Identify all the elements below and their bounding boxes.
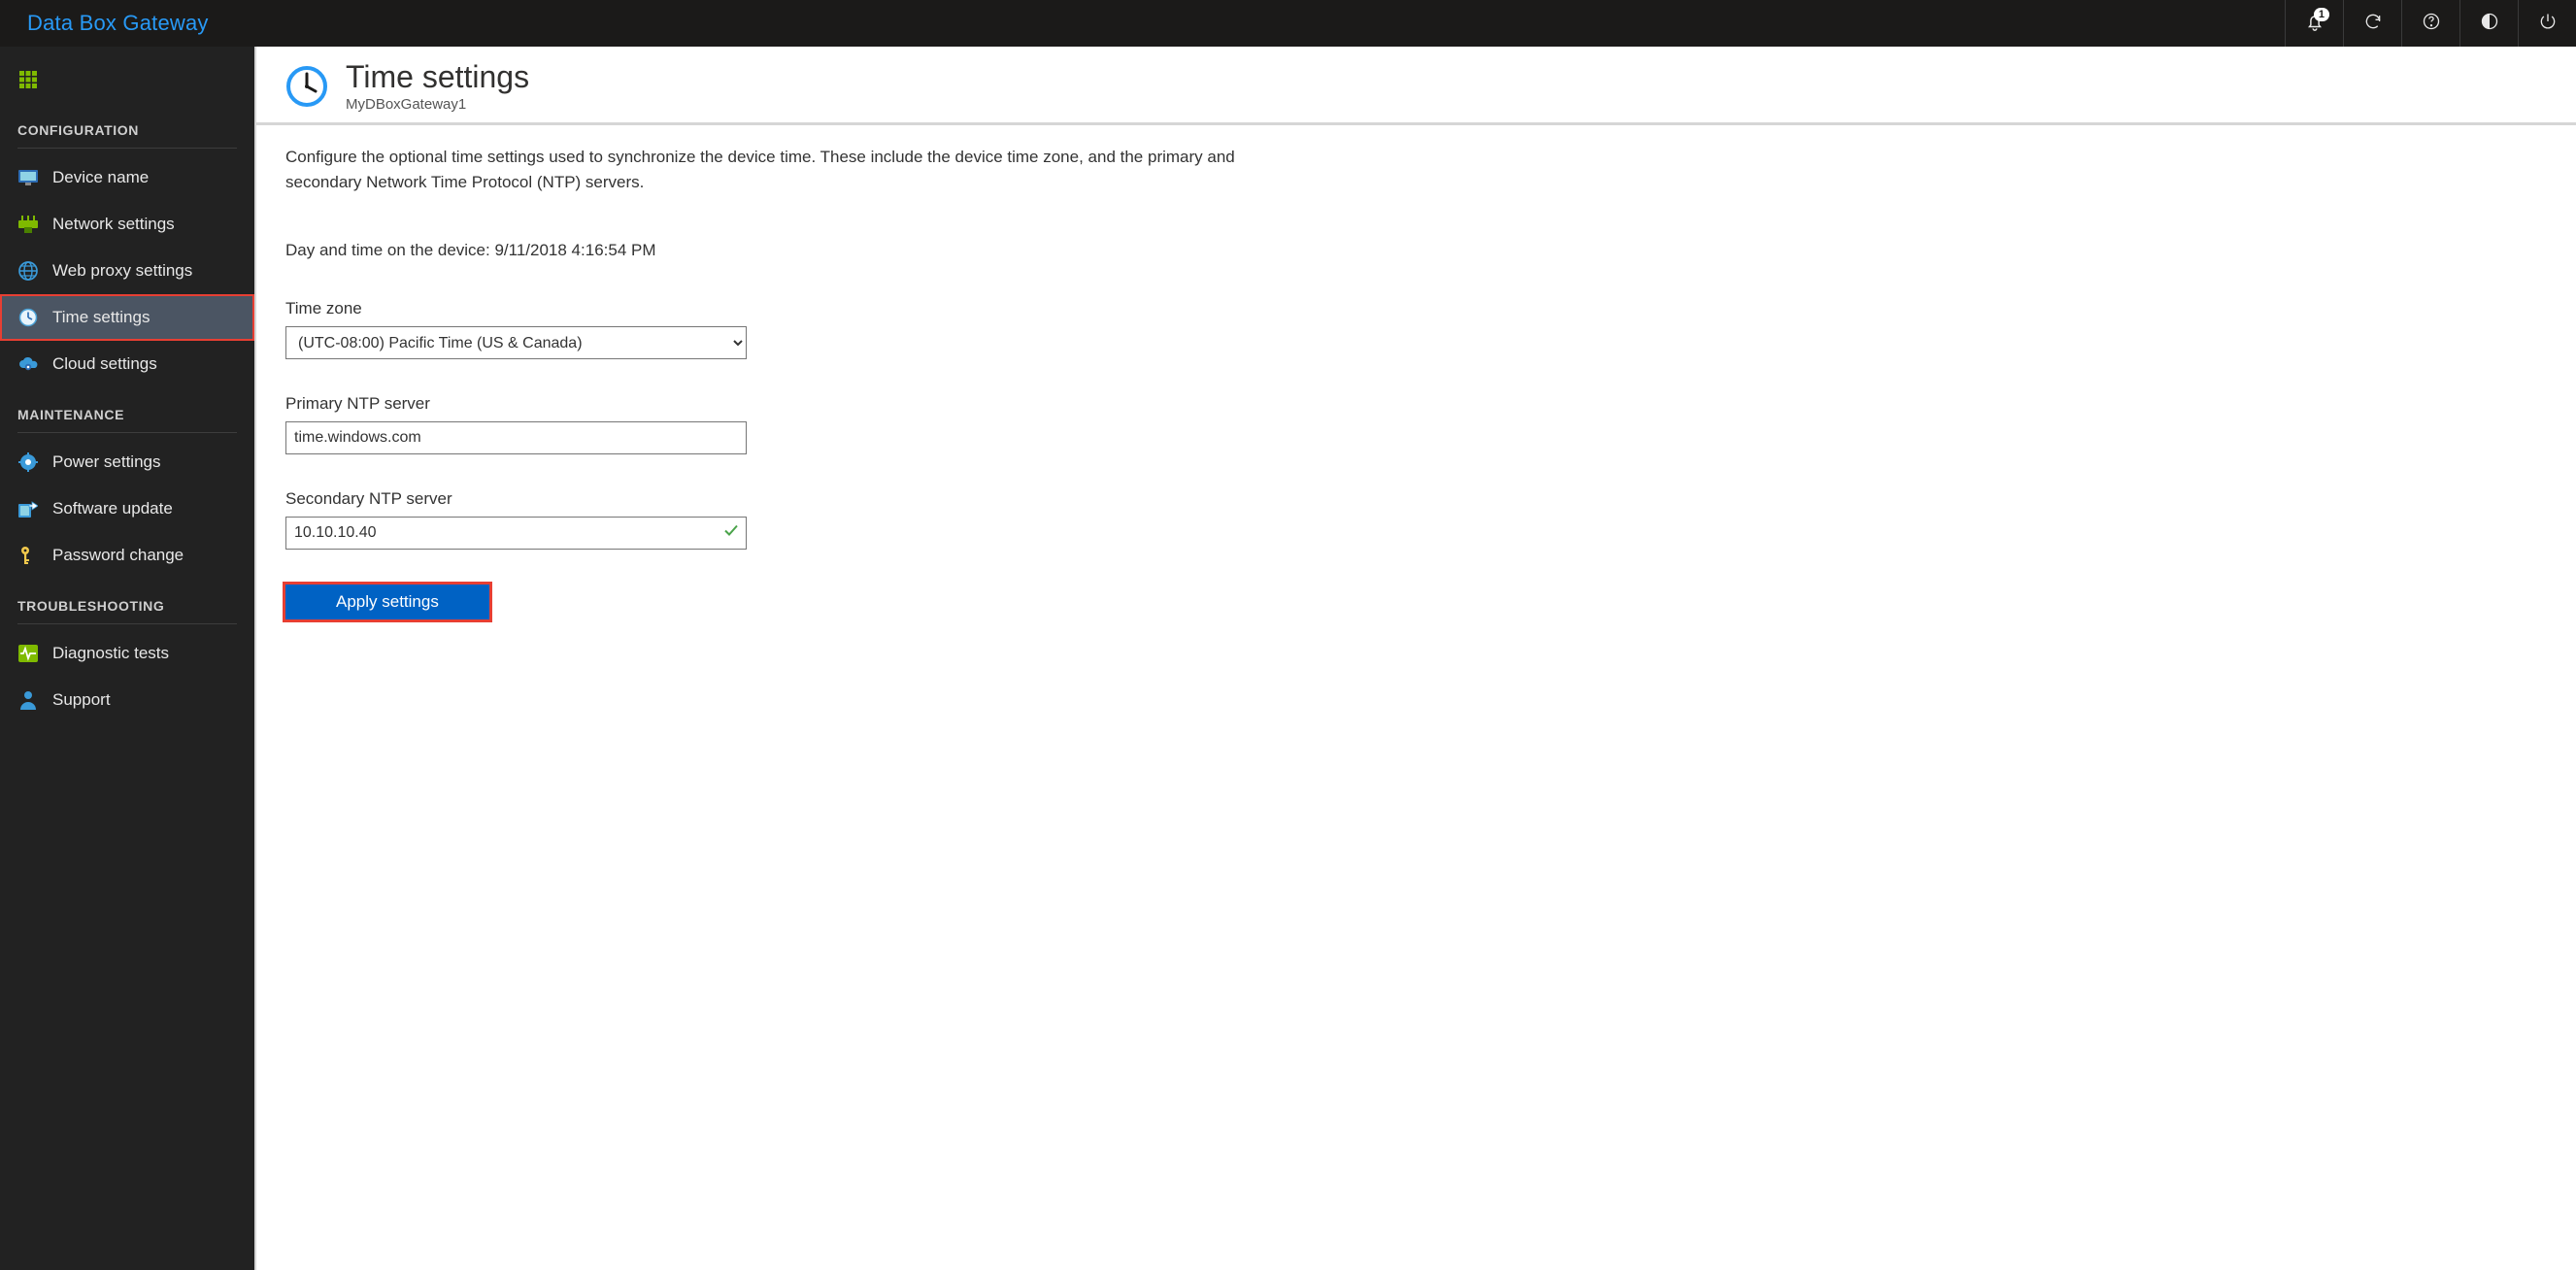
contrast-button[interactable] bbox=[2459, 0, 2518, 47]
sidebar-item-label: Network settings bbox=[52, 215, 175, 234]
timezone-select[interactable]: (UTC-08:00) Pacific Time (US & Canada) bbox=[285, 326, 747, 359]
checkmark-icon bbox=[723, 523, 739, 544]
device-time-label: Day and time on the device: bbox=[285, 241, 494, 259]
contrast-icon bbox=[2480, 12, 2499, 36]
dashboard-icon bbox=[17, 69, 39, 90]
sidebar-item-power-settings[interactable]: Power settings bbox=[0, 439, 254, 485]
sidebar-item-device-name[interactable]: Device name bbox=[0, 154, 254, 201]
sidebar-item-label: Cloud settings bbox=[52, 354, 157, 374]
sidebar-item-label: Device name bbox=[52, 168, 149, 187]
power-button[interactable] bbox=[2518, 0, 2576, 47]
clock-icon bbox=[285, 65, 328, 108]
update-icon bbox=[17, 498, 39, 519]
topbar: Data Box Gateway 1 bbox=[0, 0, 2576, 47]
page-subtitle: MyDBoxGateway1 bbox=[346, 96, 529, 113]
pulse-icon bbox=[17, 643, 39, 664]
network-icon bbox=[17, 214, 39, 235]
sidebar-section-configuration: CONFIGURATION bbox=[0, 103, 254, 146]
person-icon bbox=[17, 689, 39, 711]
main-content: Time settings MyDBoxGateway1 Configure t… bbox=[254, 47, 2576, 1270]
sidebar-section-maintenance: MAINTENANCE bbox=[0, 387, 254, 430]
divider bbox=[17, 432, 237, 433]
divider bbox=[17, 623, 237, 624]
notifications-badge: 1 bbox=[2314, 8, 2329, 21]
refresh-icon bbox=[2363, 12, 2383, 36]
sidebar-item-label: Software update bbox=[52, 499, 173, 518]
sidebar-item-web-proxy[interactable]: Web proxy settings bbox=[0, 248, 254, 294]
field-timezone: Time zone (UTC-08:00) Pacific Time (US &… bbox=[285, 299, 1295, 359]
refresh-button[interactable] bbox=[2343, 0, 2401, 47]
sidebar-section-troubleshooting: TROUBLESHOOTING bbox=[0, 579, 254, 621]
sidebar-item-cloud-settings[interactable]: Cloud settings bbox=[0, 341, 254, 387]
primary-ntp-input[interactable] bbox=[285, 421, 747, 454]
power-icon bbox=[2538, 12, 2558, 36]
field-secondary-ntp: Secondary NTP server bbox=[285, 489, 1295, 550]
cloud-gear-icon bbox=[17, 353, 39, 375]
apply-settings-button[interactable]: Apply settings bbox=[285, 585, 489, 619]
key-icon bbox=[17, 545, 39, 566]
intro-text: Configure the optional time settings use… bbox=[285, 145, 1295, 194]
page-title: Time settings bbox=[346, 60, 529, 94]
sidebar-item-label: Web proxy settings bbox=[52, 261, 192, 281]
help-icon bbox=[2422, 12, 2441, 36]
monitor-icon bbox=[17, 167, 39, 188]
globe-icon bbox=[17, 260, 39, 282]
sidebar: CONFIGURATION Device name Network settin… bbox=[0, 47, 254, 1270]
timezone-label: Time zone bbox=[285, 299, 1295, 318]
sidebar-item-label: Power settings bbox=[52, 452, 161, 472]
secondary-ntp-input[interactable] bbox=[285, 517, 747, 550]
sidebar-item-diagnostic-tests[interactable]: Diagnostic tests bbox=[0, 630, 254, 677]
sidebar-item-password-change[interactable]: Password change bbox=[0, 532, 254, 579]
sidebar-item-support[interactable]: Support bbox=[0, 677, 254, 723]
help-button[interactable] bbox=[2401, 0, 2459, 47]
gear-icon bbox=[17, 451, 39, 473]
sidebar-item-dashboard[interactable] bbox=[0, 56, 254, 103]
page-header: Time settings MyDBoxGateway1 bbox=[256, 47, 2576, 122]
sidebar-item-label: Time settings bbox=[52, 308, 150, 327]
sidebar-item-network-settings[interactable]: Network settings bbox=[0, 201, 254, 248]
sidebar-item-software-update[interactable]: Software update bbox=[0, 485, 254, 532]
secondary-ntp-label: Secondary NTP server bbox=[285, 489, 1295, 509]
sidebar-item-label: Password change bbox=[52, 546, 184, 565]
divider bbox=[17, 148, 237, 149]
device-time-value: 9/11/2018 4:16:54 PM bbox=[494, 241, 655, 259]
device-time-row: Day and time on the device: 9/11/2018 4:… bbox=[285, 241, 1295, 260]
sidebar-item-label: Diagnostic tests bbox=[52, 644, 169, 663]
brand-title: Data Box Gateway bbox=[0, 11, 236, 36]
field-primary-ntp: Primary NTP server bbox=[285, 394, 1295, 454]
notifications-button[interactable]: 1 bbox=[2285, 0, 2343, 47]
clock-icon bbox=[17, 307, 39, 328]
sidebar-item-label: Support bbox=[52, 690, 111, 710]
sidebar-item-time-settings[interactable]: Time settings bbox=[0, 294, 254, 341]
primary-ntp-label: Primary NTP server bbox=[285, 394, 1295, 414]
